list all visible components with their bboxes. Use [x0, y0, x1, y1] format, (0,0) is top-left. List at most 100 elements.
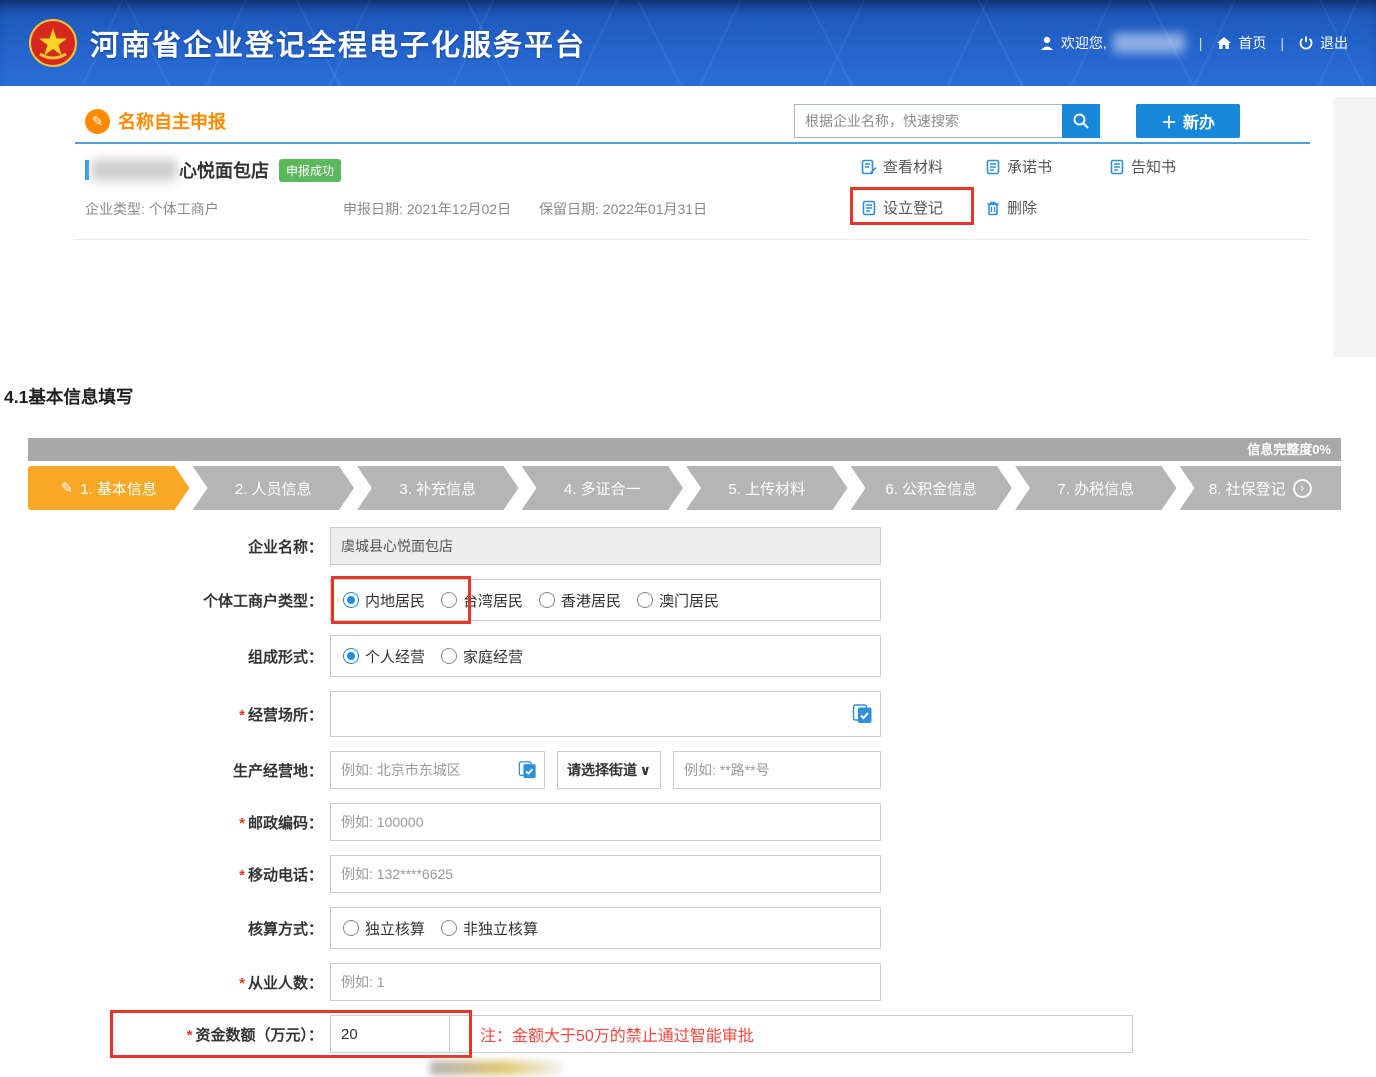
- step-label: 6. 公积金信息: [885, 478, 977, 499]
- household-type-radio-group: 内地居民 台湾居民 香港居民 澳门居民: [330, 579, 881, 621]
- app-header: 河南省企业登记全程电子化服务平台 欢迎您, | 首页 | 退出: [0, 0, 1376, 86]
- form-row-accounting: 核算方式： 独立核算 非独立核算: [0, 907, 1376, 949]
- step-tab-basic-info[interactable]: ✎ 1. 基本信息: [28, 466, 190, 510]
- mobile-input[interactable]: [330, 855, 881, 893]
- accounting-label: 核算方式：: [0, 918, 330, 939]
- page-right-gutter: [1333, 97, 1376, 357]
- form-row-composition: 组成形式： 个人经营 家庭经营: [0, 635, 1376, 677]
- search-icon: [1072, 112, 1090, 130]
- radio-selected-icon[interactable]: [343, 592, 359, 608]
- registration-wizard: 信息完整度0% ✎ 1. 基本信息 2. 人员信息 3. 补充信息 4. 多证合…: [28, 438, 1341, 510]
- radio-family-operation[interactable]: 家庭经营: [441, 646, 523, 667]
- view-materials-link[interactable]: 查看材料: [861, 156, 985, 177]
- radio-label: 澳门居民: [659, 590, 719, 611]
- step-tab-multi-certificate[interactable]: 4. 多证合一: [522, 466, 684, 510]
- street-select[interactable]: 请选择街道 ∨: [557, 751, 661, 789]
- radio-unselected-icon[interactable]: [441, 920, 457, 936]
- establish-registration-label: 设立登记: [883, 197, 943, 218]
- step-tab-social-security[interactable]: 8. 社保登记 ›: [1180, 466, 1342, 510]
- radio-unselected-icon[interactable]: [343, 920, 359, 936]
- radio-unselected-icon[interactable]: [441, 648, 457, 664]
- radio-non-independent-accounting[interactable]: 非独立核算: [441, 918, 538, 939]
- step-tab-housing-fund[interactable]: 6. 公积金信息: [851, 466, 1013, 510]
- radio-unselected-icon[interactable]: [441, 592, 457, 608]
- business-place-input[interactable]: [330, 691, 881, 737]
- radio-mainland-resident[interactable]: 内地居民: [343, 590, 425, 611]
- radio-taiwan-resident[interactable]: 台湾居民: [441, 590, 523, 611]
- capital-input[interactable]: [330, 1015, 450, 1053]
- household-type-label: 个体工商户类型：: [0, 590, 330, 611]
- search-button[interactable]: [1062, 104, 1100, 138]
- name-accent-bar: [85, 160, 89, 180]
- commitment-letter-label: 承诺书: [1007, 156, 1052, 177]
- address-picker-icon[interactable]: [518, 761, 537, 780]
- radio-unselected-icon[interactable]: [539, 592, 555, 608]
- new-button-label: 新办: [1183, 109, 1215, 133]
- user-icon: [1039, 35, 1055, 51]
- doc-section-heading: 4.1基本信息填写: [4, 384, 133, 409]
- step-label: 5. 上传材料: [728, 478, 805, 499]
- search-input[interactable]: [794, 104, 1062, 138]
- form-row-company-name: 企业名称：: [0, 527, 1376, 565]
- arrow-glyph: ›: [1300, 481, 1304, 494]
- logout-link[interactable]: 退出: [1298, 33, 1348, 53]
- wizard-steps: ✎ 1. 基本信息 2. 人员信息 3. 补充信息 4. 多证合一 5. 上传材…: [28, 466, 1341, 510]
- new-application-button[interactable]: ＋ 新办: [1136, 104, 1240, 138]
- step-label: 3. 补充信息: [399, 478, 476, 499]
- step-label: 8. 社保登记: [1209, 478, 1286, 499]
- label-text: 核算方式：: [248, 921, 323, 938]
- cutoff-artifact: [430, 1061, 562, 1075]
- required-asterisk: *: [239, 975, 245, 992]
- commitment-letter-link[interactable]: 承诺书: [985, 156, 1109, 177]
- step-tab-supplementary-info[interactable]: 3. 补充信息: [357, 466, 519, 510]
- meta-entity-type: 企业类型: 个体工商户: [85, 199, 343, 219]
- company-name: 心悦面包店: [179, 157, 269, 183]
- postal-code-input[interactable]: [330, 803, 881, 841]
- radio-unselected-icon[interactable]: [637, 592, 653, 608]
- business-place-label: *经营场所：: [0, 704, 330, 725]
- edit-note-icon: ✎: [85, 109, 110, 134]
- required-asterisk: *: [239, 867, 245, 884]
- step-tab-tax-info[interactable]: 7. 办税信息: [1015, 466, 1177, 510]
- notice-letter-link[interactable]: 告知书: [1109, 156, 1249, 177]
- label-text: 经营场所：: [248, 707, 323, 724]
- radio-hongkong-resident[interactable]: 香港居民: [539, 590, 621, 611]
- address-picker-icon[interactable]: [852, 704, 873, 725]
- street-select-value: 请选择街道: [567, 760, 637, 780]
- header-user-nav: 欢迎您, | 首页 | 退出: [1039, 33, 1348, 53]
- radio-individual-operation[interactable]: 个人经营: [343, 646, 425, 667]
- welcome-text: 欢迎您,: [1061, 33, 1107, 53]
- step-tab-upload-materials[interactable]: 5. 上传材料: [686, 466, 848, 510]
- home-link[interactable]: 首页: [1216, 33, 1266, 53]
- meta-label: 申报日期:: [343, 201, 407, 217]
- employees-input[interactable]: [330, 963, 881, 1001]
- step-tab-personnel-info[interactable]: 2. 人员信息: [193, 466, 355, 510]
- radio-selected-icon[interactable]: [343, 648, 359, 664]
- radio-macau-resident[interactable]: 澳门居民: [637, 590, 719, 611]
- form-row-business-place: *经营场所：: [0, 691, 1376, 737]
- production-address-input[interactable]: [673, 751, 881, 789]
- completeness-strip: 信息完整度0%: [28, 438, 1341, 461]
- label-text: 移动电话：: [248, 867, 323, 884]
- form-row-capital: *资金数额（万元）： 注：金额大于50万的禁止通过智能审批: [0, 1015, 1376, 1053]
- production-city-input[interactable]: [330, 751, 545, 789]
- trash-icon: [985, 200, 1001, 216]
- label-text: 组成形式：: [248, 649, 323, 666]
- capital-note-box: 注：金额大于50万的禁止通过智能审批: [450, 1015, 1133, 1053]
- postal-code-label: *邮政编码：: [0, 812, 330, 833]
- radio-label: 内地居民: [365, 590, 425, 611]
- step-label: 4. 多证合一: [564, 478, 641, 499]
- radio-independent-accounting[interactable]: 独立核算: [343, 918, 425, 939]
- form-row-mobile: *移动电话：: [0, 855, 1376, 893]
- delete-link[interactable]: 删除: [985, 197, 1109, 218]
- composition-label: 组成形式：: [0, 646, 330, 667]
- label-text: 资金数额（万元）：: [195, 1027, 323, 1044]
- meta-label: 保留日期:: [539, 201, 603, 217]
- meta-reserve-date: 保留日期: 2022年01月31日: [539, 199, 707, 219]
- radio-label: 独立核算: [365, 918, 425, 939]
- label-text: 邮政编码：: [248, 815, 323, 832]
- home-link-label: 首页: [1238, 33, 1266, 53]
- name-prefix-redacted: [91, 159, 177, 181]
- radio-label: 香港居民: [561, 590, 621, 611]
- establish-registration-link[interactable]: 设立登记: [861, 197, 985, 218]
